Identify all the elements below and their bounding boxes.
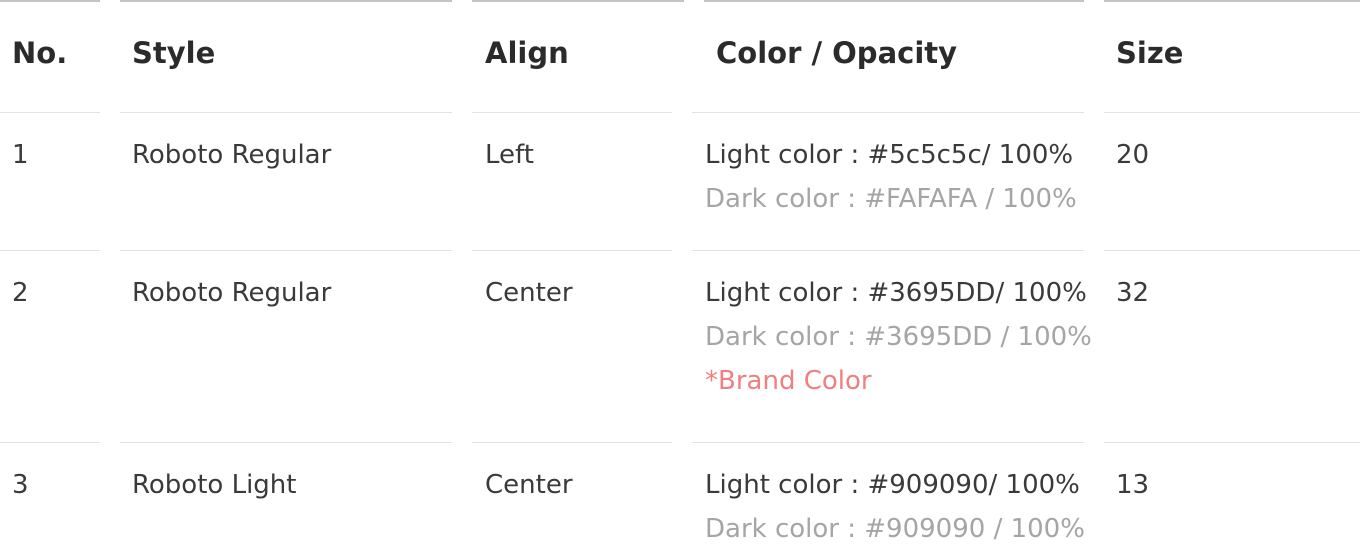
cell-dark-color: Dark color : #909090 / 100% xyxy=(705,514,1085,544)
row-divider xyxy=(472,250,672,251)
cell-align: Center xyxy=(485,278,573,308)
header-size: Size xyxy=(1116,36,1184,70)
cell-align: Left xyxy=(485,140,534,170)
top-border xyxy=(472,0,684,2)
row-divider xyxy=(120,112,452,113)
row-divider xyxy=(0,250,100,251)
row-divider xyxy=(1104,112,1360,113)
row-divider xyxy=(472,112,672,113)
row-divider xyxy=(692,442,1084,443)
row-divider xyxy=(692,112,1084,113)
row-divider xyxy=(120,442,452,443)
cell-style: Roboto Light xyxy=(132,470,297,500)
top-border xyxy=(704,0,1084,2)
cell-no: 2 xyxy=(12,278,29,308)
cell-size: 32 xyxy=(1116,278,1150,308)
brand-color-note: *Brand Color xyxy=(705,366,872,396)
header-align: Align xyxy=(485,36,569,70)
row-divider xyxy=(692,250,1084,251)
cell-dark-color: Dark color : #3695DD / 100% xyxy=(705,322,1092,352)
cell-align: Center xyxy=(485,470,573,500)
cell-no: 3 xyxy=(12,470,29,500)
row-divider xyxy=(0,112,100,113)
cell-size: 13 xyxy=(1116,470,1150,500)
top-border xyxy=(120,0,452,2)
cell-style: Roboto Regular xyxy=(132,140,332,170)
header-color-opacity: Color / Opacity xyxy=(716,36,958,70)
cell-light-color: Light color : #909090/ 100% xyxy=(705,470,1080,500)
row-divider xyxy=(1104,442,1360,443)
cell-size: 20 xyxy=(1116,140,1150,170)
header-style: Style xyxy=(132,36,216,70)
cell-style: Roboto Regular xyxy=(132,278,332,308)
row-divider xyxy=(120,250,452,251)
cell-no: 1 xyxy=(12,140,29,170)
cell-light-color: Light color : #5c5c5c/ 100% xyxy=(705,140,1074,170)
top-border xyxy=(0,0,100,2)
cell-light-color: Light color : #3695DD/ 100% xyxy=(705,278,1087,308)
header-no: No. xyxy=(12,36,68,70)
row-divider xyxy=(0,442,100,443)
cell-dark-color: Dark color : #FAFAFA / 100% xyxy=(705,184,1077,214)
row-divider xyxy=(472,442,672,443)
row-divider xyxy=(1104,250,1360,251)
top-border xyxy=(1104,0,1360,2)
